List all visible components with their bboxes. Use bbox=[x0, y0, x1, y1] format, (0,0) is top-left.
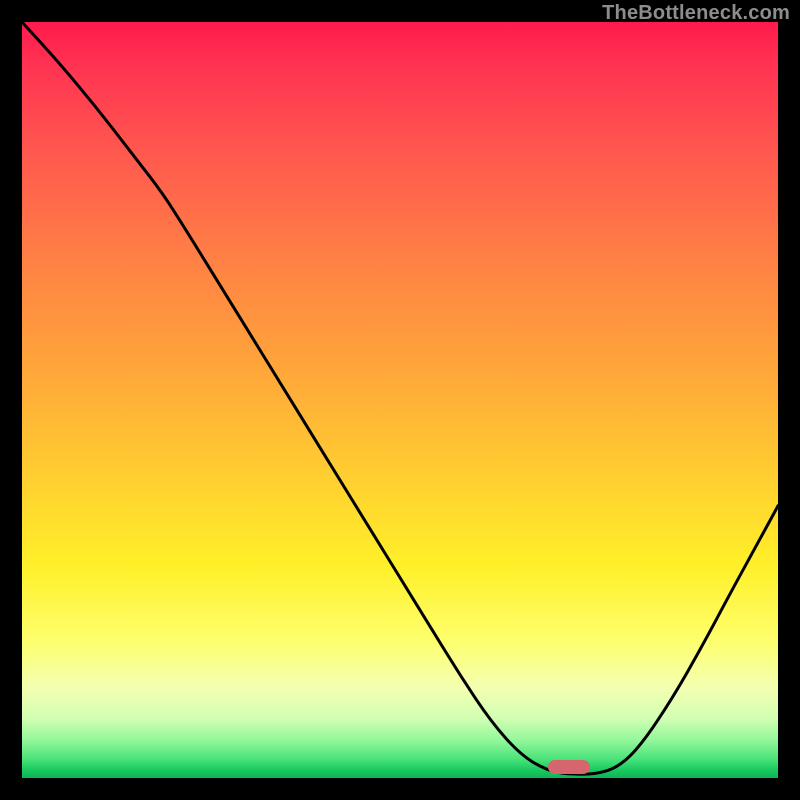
bottleneck-curve bbox=[22, 22, 778, 778]
plot-area bbox=[22, 22, 778, 778]
optimal-marker bbox=[548, 760, 590, 774]
chart-frame: TheBottleneck.com bbox=[0, 0, 800, 800]
